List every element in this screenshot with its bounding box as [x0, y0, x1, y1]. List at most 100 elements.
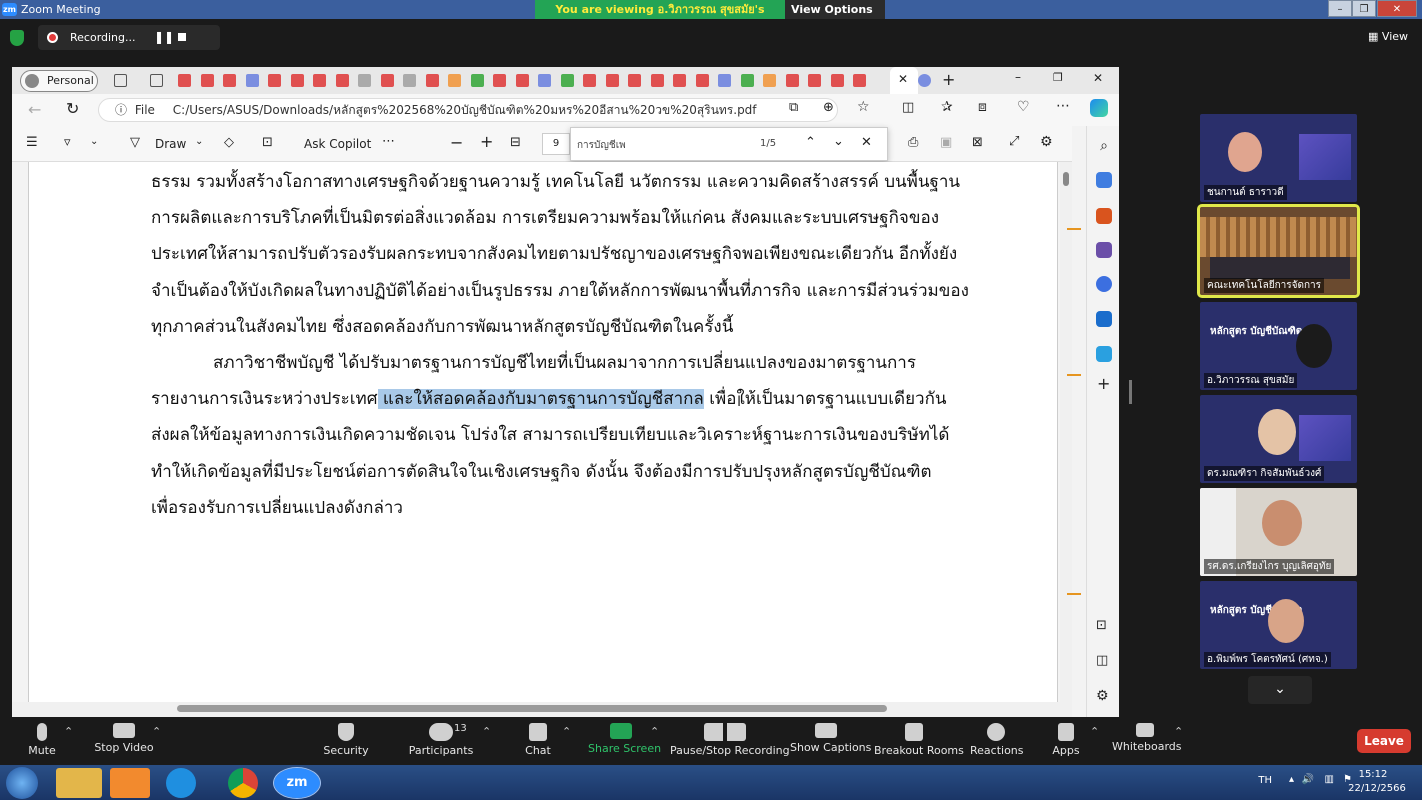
browser-tab[interactable]	[223, 74, 236, 87]
chevron-down-icon[interactable]: ⌄	[90, 136, 98, 147]
browser-tab[interactable]	[245, 74, 259, 87]
highlight-icon[interactable]: ▿	[64, 135, 71, 150]
participant-tile[interactable]: หลักสูตร บัญชีบัณฑิต อ.วิภาวรรณ สุขสมัย	[1200, 302, 1357, 390]
contents-icon[interactable]: ☰	[26, 135, 38, 150]
outlook-icon[interactable]	[1096, 311, 1112, 327]
tab-actions-icon[interactable]	[150, 74, 163, 87]
close-tab-icon[interactable]: ✕	[898, 72, 908, 86]
draw-icon[interactable]: ▽	[130, 135, 140, 150]
drop-icon[interactable]	[1096, 346, 1112, 362]
browser-tab[interactable]	[830, 74, 844, 87]
restore-button[interactable]: ❐	[1352, 0, 1376, 17]
browser-tab[interactable]	[695, 74, 709, 87]
browser-maximize-icon[interactable]: ❐	[1053, 71, 1063, 84]
more-tools-icon[interactable]: ⋯	[382, 134, 395, 149]
browser-tab[interactable]	[718, 74, 731, 87]
shopping-tag-icon[interactable]	[1096, 172, 1112, 188]
chevron-up-icon[interactable]: ⌃	[1090, 725, 1099, 738]
settings-gear-icon[interactable]: ⚙	[1040, 134, 1053, 150]
browser-tab[interactable]	[493, 74, 506, 87]
print-icon[interactable]: ⎙	[908, 135, 918, 150]
favorite-star-icon[interactable]: ☆	[857, 99, 870, 115]
media-player-icon[interactable]	[110, 768, 150, 798]
browser-tab[interactable]	[538, 74, 551, 87]
find-next-icon[interactable]: ⌄	[833, 134, 844, 149]
save-as-icon[interactable]: ⊠	[972, 135, 983, 150]
browser-tab[interactable]	[403, 74, 416, 87]
refresh-icon[interactable]: ↻	[66, 99, 79, 118]
chevron-up-icon[interactable]: ⌃	[152, 725, 161, 738]
browser-tab[interactable]	[358, 74, 371, 87]
find-input[interactable]: การบัญชีเพ	[577, 138, 626, 153]
participant-tile[interactable]: ชนกานต์ ธาราวดี	[1200, 114, 1357, 202]
browser-tab[interactable]	[650, 74, 664, 87]
find-close-icon[interactable]: ✕	[861, 135, 872, 150]
read-aloud-icon[interactable]: ⧉	[789, 100, 798, 115]
ask-copilot-button[interactable]: Ask Copilot	[304, 137, 371, 151]
network-icon[interactable]: ▥	[1325, 774, 1334, 785]
chevron-up-icon[interactable]: ⌃	[650, 725, 659, 738]
browser-tab[interactable]	[268, 74, 281, 87]
internet-explorer-icon[interactable]	[166, 768, 196, 798]
view-options-button[interactable]: View Options ⌄	[785, 0, 885, 35]
browser-tab[interactable]	[628, 74, 641, 87]
browser-tab[interactable]	[425, 74, 439, 87]
browser-tab[interactable]	[313, 74, 326, 87]
participant-tile[interactable]: รศ.ดร.เกรียงไกร บุญเลิศอุทัย	[1200, 488, 1357, 576]
apps-button[interactable]: Apps	[1048, 717, 1084, 765]
browser-tab[interactable]	[763, 74, 776, 87]
file-explorer-icon[interactable]	[56, 768, 102, 798]
workspaces-icon[interactable]	[114, 74, 127, 87]
sidebar-settings-icon[interactable]: ⚙	[1096, 688, 1109, 704]
security-button[interactable]: Security	[322, 717, 370, 765]
browser-tab[interactable]	[200, 74, 214, 87]
browser-tab[interactable]	[740, 74, 754, 87]
browser-tab[interactable]	[470, 74, 484, 87]
text-icon[interactable]: ⊡	[262, 135, 273, 150]
close-window-button[interactable]: ✕	[1377, 0, 1417, 17]
collections-icon[interactable]: ⧈	[978, 99, 987, 115]
chat-button[interactable]: Chat	[516, 717, 560, 765]
browser-minimize-icon[interactable]: –	[1015, 70, 1021, 84]
games-icon[interactable]	[1096, 242, 1112, 258]
browser-essentials-icon[interactable]: ♡	[1017, 99, 1030, 115]
mute-button[interactable]: Mute	[22, 717, 62, 765]
stop-recording-icon[interactable]	[178, 33, 186, 41]
add-sidebar-app-icon[interactable]: +	[1097, 374, 1110, 393]
profile-button[interactable]: Personal	[20, 70, 98, 92]
tools-icon[interactable]	[1096, 208, 1112, 224]
m365-icon[interactable]	[1096, 276, 1112, 292]
volume-icon[interactable]: 🔊	[1302, 774, 1314, 785]
pause-recording-icon[interactable]: ❚❚	[154, 30, 174, 44]
vertical-scroll-thumb[interactable]	[1063, 172, 1069, 186]
browser-close-icon[interactable]: ✕	[1093, 71, 1103, 85]
zoom-magnifier-icon[interactable]: ⊕	[823, 100, 834, 115]
chevron-up-icon[interactable]: ⌃	[64, 725, 73, 738]
copilot-icon[interactable]	[1090, 99, 1108, 117]
share-screen-button[interactable]: Share Screen	[588, 717, 661, 765]
new-tab-icon[interactable]: +	[942, 70, 955, 89]
browser-tab[interactable]	[560, 74, 574, 87]
zoom-out-icon[interactable]: −	[450, 133, 463, 152]
browser-tab[interactable]	[448, 74, 461, 87]
whiteboards-button[interactable]: Whiteboards	[1112, 717, 1181, 765]
leave-button[interactable]: Leave	[1357, 729, 1411, 753]
participant-tile[interactable]: หลักสูตร บัญชีบัณฑิต อ.พิมพ์พร โคตรทัศน์…	[1200, 581, 1357, 669]
splitter-handle[interactable]	[1129, 380, 1132, 404]
participant-tile-active-speaker[interactable]: คณะเทคโนโลยีการจัดการ	[1197, 204, 1360, 298]
pause-stop-recording-button[interactable]: Pause/Stop Recording	[670, 717, 790, 765]
browser-tab[interactable]	[673, 74, 686, 87]
tray-arrow-icon[interactable]: ▴	[1289, 774, 1294, 785]
sidebar-panel-icon[interactable]: ◫	[1096, 653, 1108, 668]
show-captions-button[interactable]: Show Captions	[790, 717, 871, 765]
browser-tab[interactable]	[853, 74, 866, 87]
gallery-next-button[interactable]: ⌄	[1248, 676, 1312, 704]
draw-button[interactable]: Draw	[155, 137, 186, 151]
reactions-button[interactable]: Reactions	[970, 717, 1024, 765]
browser-tab[interactable]	[605, 74, 619, 87]
favorites-icon[interactable]: ✰	[941, 99, 953, 115]
breakout-rooms-button[interactable]: Breakout Rooms	[874, 717, 964, 765]
zoom-tab-icon[interactable]	[918, 74, 931, 87]
vertical-scrollbar[interactable]	[1060, 162, 1072, 707]
chevron-up-icon[interactable]: ⌃	[1174, 725, 1183, 738]
